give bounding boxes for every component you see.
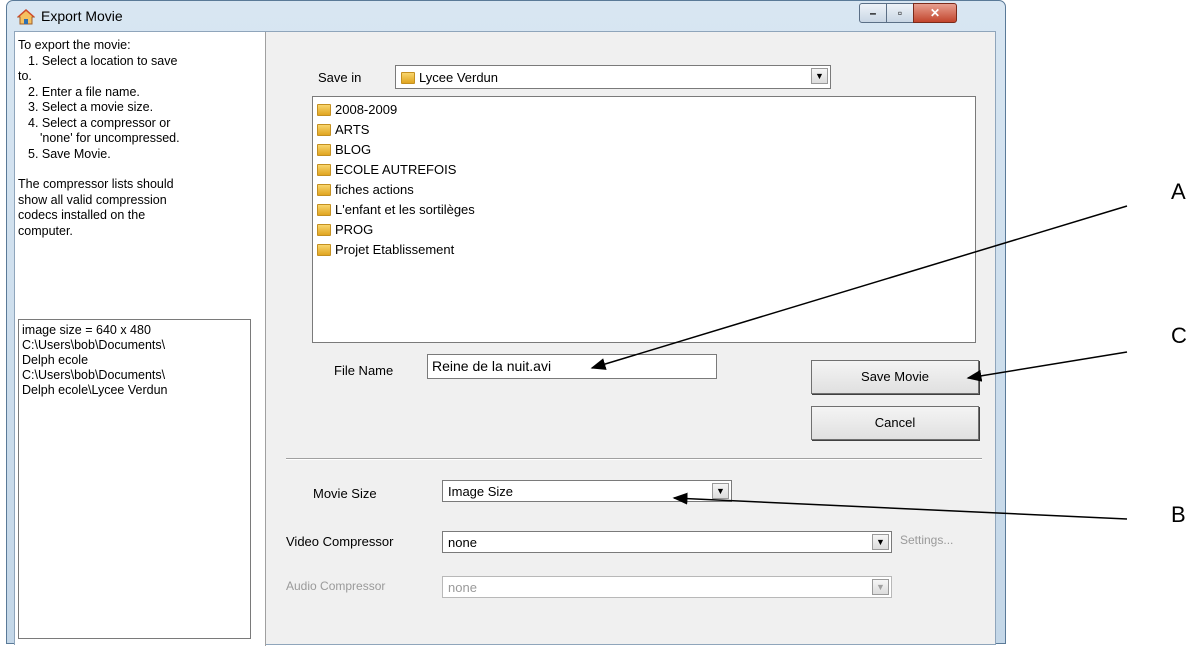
- arrow-b: [672, 492, 1128, 520]
- annotation-label-a: A: [1171, 179, 1186, 204]
- arrow-c: [966, 351, 1128, 382]
- annotation-label-b: B: [1171, 502, 1186, 527]
- arrow-a: [590, 205, 1128, 370]
- annotation-arrows: [590, 205, 1128, 520]
- annotation-label-c: C: [1171, 323, 1187, 348]
